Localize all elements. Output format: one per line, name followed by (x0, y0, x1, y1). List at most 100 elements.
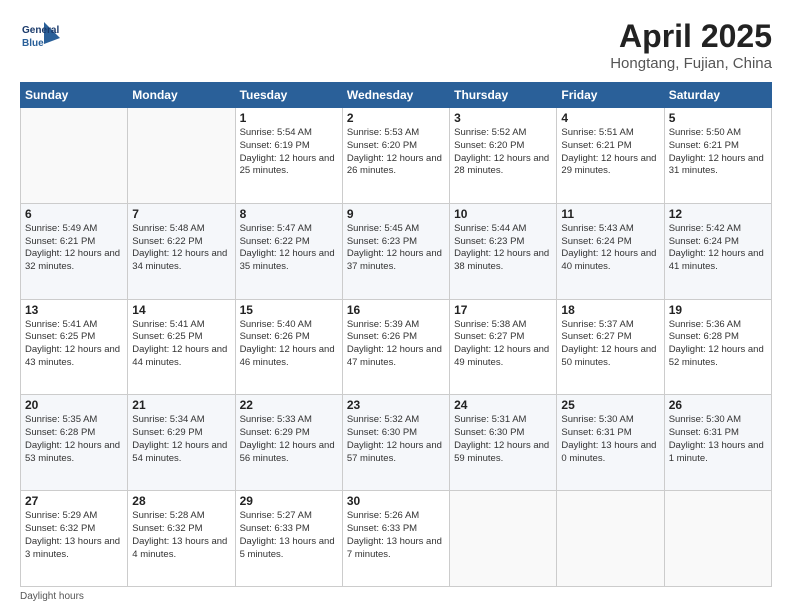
col-sunday: Sunday (21, 83, 128, 108)
day-number: 5 (669, 111, 767, 125)
day-info: Sunrise: 5:50 AM Sunset: 6:21 PM Dayligh… (669, 127, 767, 178)
calendar-week-1: 1 Sunrise: 5:54 AM Sunset: 6:19 PM Daylig… (21, 108, 772, 204)
calendar-cell: 12 Sunrise: 5:42 AM Sunset: 6:24 PM Dayli… (664, 203, 771, 299)
title-block: April 2025 Hongtang, Fujian, China (610, 18, 772, 72)
day-number: 8 (240, 207, 338, 221)
day-info: Sunrise: 5:35 AM Sunset: 6:28 PM Dayligh… (25, 414, 123, 465)
calendar-cell (128, 108, 235, 204)
calendar-cell: 9 Sunrise: 5:45 AM Sunset: 6:23 PM Daylig… (342, 203, 449, 299)
col-monday: Monday (128, 83, 235, 108)
calendar-cell: 4 Sunrise: 5:51 AM Sunset: 6:21 PM Daylig… (557, 108, 664, 204)
calendar-cell: 16 Sunrise: 5:39 AM Sunset: 6:26 PM Dayli… (342, 299, 449, 395)
day-number: 15 (240, 303, 338, 317)
day-number: 16 (347, 303, 445, 317)
day-number: 21 (132, 398, 230, 412)
day-info: Sunrise: 5:41 AM Sunset: 6:25 PM Dayligh… (132, 319, 230, 370)
calendar-cell (21, 108, 128, 204)
day-number: 18 (561, 303, 659, 317)
calendar-cell: 17 Sunrise: 5:38 AM Sunset: 6:27 PM Dayli… (450, 299, 557, 395)
day-number: 7 (132, 207, 230, 221)
day-number: 12 (669, 207, 767, 221)
day-number: 24 (454, 398, 552, 412)
calendar-cell: 19 Sunrise: 5:36 AM Sunset: 6:28 PM Dayli… (664, 299, 771, 395)
calendar-cell: 20 Sunrise: 5:35 AM Sunset: 6:28 PM Dayli… (21, 395, 128, 491)
calendar-cell (664, 491, 771, 587)
calendar-cell: 10Sunrise: 5:44 AM Sunset: 6:23 PM Dayli… (450, 203, 557, 299)
day-info: Sunrise: 5:51 AM Sunset: 6:21 PM Dayligh… (561, 127, 659, 178)
calendar-cell: 13Sunrise: 5:41 AM Sunset: 6:25 PM Dayli… (21, 299, 128, 395)
day-info: Sunrise: 5:28 AM Sunset: 6:32 PM Dayligh… (132, 510, 230, 561)
day-info: Sunrise: 5:40 AM Sunset: 6:26 PM Dayligh… (240, 319, 338, 370)
svg-text:Blue: Blue (22, 38, 44, 49)
page: General Blue April 2025 Hongtang, Fujian… (0, 0, 792, 612)
calendar-cell: 27Sunrise: 5:29 AM Sunset: 6:32 PM Dayli… (21, 491, 128, 587)
day-number: 6 (25, 207, 123, 221)
day-number: 25 (561, 398, 659, 412)
day-info: Sunrise: 5:36 AM Sunset: 6:28 PM Dayligh… (669, 319, 767, 370)
day-info: Sunrise: 5:52 AM Sunset: 6:20 PM Dayligh… (454, 127, 552, 178)
day-info: Sunrise: 5:39 AM Sunset: 6:26 PM Dayligh… (347, 319, 445, 370)
day-info: Sunrise: 5:27 AM Sunset: 6:33 PM Dayligh… (240, 510, 338, 561)
header: General Blue April 2025 Hongtang, Fujian… (20, 18, 772, 72)
day-info: Sunrise: 5:53 AM Sunset: 6:20 PM Dayligh… (347, 127, 445, 178)
day-number: 26 (669, 398, 767, 412)
calendar-week-3: 13 Sunrise: 5:41 AM Sunset: 6:25 PM Dayli… (21, 299, 772, 395)
logo: General Blue (20, 18, 62, 60)
day-info: Sunrise: 5:44 AM Sunset: 6:23 PM Dayligh… (454, 223, 552, 274)
calendar-header-row: Sunday Monday Tuesday Wednesday Thursday… (21, 83, 772, 108)
day-info: Sunrise: 5:49 AM Sunset: 6:21 PM Dayligh… (25, 223, 123, 274)
calendar-week-2: 6 Sunrise: 5:49 AM Sunset: 6:21 PM Daylig… (21, 203, 772, 299)
calendar-cell (557, 491, 664, 587)
calendar-cell: 7Sunrise: 5:48 AM Sunset: 6:22 PM Daylig… (128, 203, 235, 299)
day-info: Sunrise: 5:34 AM Sunset: 6:29 PM Dayligh… (132, 414, 230, 465)
page-subtitle: Hongtang, Fujian, China (610, 55, 772, 72)
day-number: 9 (347, 207, 445, 221)
day-info: Sunrise: 5:33 AM Sunset: 6:29 PM Dayligh… (240, 414, 338, 465)
calendar-cell: 29Sunrise: 5:27 AM Sunset: 6:33 PM Dayli… (235, 491, 342, 587)
day-number: 2 (347, 111, 445, 125)
calendar-cell: 3 Sunrise: 5:52 AM Sunset: 6:20 PM Daylig… (450, 108, 557, 204)
calendar-cell: 5 Sunrise: 5:50 AM Sunset: 6:21 PM Daylig… (664, 108, 771, 204)
day-info: Sunrise: 5:26 AM Sunset: 6:33 PM Dayligh… (347, 510, 445, 561)
calendar-cell (450, 491, 557, 587)
day-number: 4 (561, 111, 659, 125)
calendar-cell: 11 Sunrise: 5:43 AM Sunset: 6:24 PM Dayli… (557, 203, 664, 299)
day-number: 3 (454, 111, 552, 125)
day-number: 30 (347, 494, 445, 508)
day-number: 11 (561, 207, 659, 221)
day-info: Sunrise: 5:54 AM Sunset: 6:19 PM Dayligh… (240, 127, 338, 178)
calendar-cell: 18 Sunrise: 5:37 AM Sunset: 6:27 PM Dayli… (557, 299, 664, 395)
day-number: 14 (132, 303, 230, 317)
calendar-cell: 22 Sunrise: 5:33 AM Sunset: 6:29 PM Dayli… (235, 395, 342, 491)
day-info: Sunrise: 5:45 AM Sunset: 6:23 PM Dayligh… (347, 223, 445, 274)
day-info: Sunrise: 5:37 AM Sunset: 6:27 PM Dayligh… (561, 319, 659, 370)
day-number: 1 (240, 111, 338, 125)
svg-text:General: General (22, 25, 59, 36)
calendar-table: Sunday Monday Tuesday Wednesday Thursday… (20, 82, 772, 587)
day-number: 22 (240, 398, 338, 412)
calendar-cell: 28 Sunrise: 5:28 AM Sunset: 6:32 PM Dayli… (128, 491, 235, 587)
calendar-cell: 14 Sunrise: 5:41 AM Sunset: 6:25 PM Dayli… (128, 299, 235, 395)
col-thursday: Thursday (450, 83, 557, 108)
day-info: Sunrise: 5:31 AM Sunset: 6:30 PM Dayligh… (454, 414, 552, 465)
day-number: 23 (347, 398, 445, 412)
col-saturday: Saturday (664, 83, 771, 108)
calendar-week-5: 27Sunrise: 5:29 AM Sunset: 6:32 PM Dayli… (21, 491, 772, 587)
day-number: 20 (25, 398, 123, 412)
day-info: Sunrise: 5:47 AM Sunset: 6:22 PM Dayligh… (240, 223, 338, 274)
day-info: Sunrise: 5:38 AM Sunset: 6:27 PM Dayligh… (454, 319, 552, 370)
calendar-cell: 1 Sunrise: 5:54 AM Sunset: 6:19 PM Daylig… (235, 108, 342, 204)
day-number: 28 (132, 494, 230, 508)
day-info: Sunrise: 5:43 AM Sunset: 6:24 PM Dayligh… (561, 223, 659, 274)
day-number: 19 (669, 303, 767, 317)
col-tuesday: Tuesday (235, 83, 342, 108)
calendar-cell: 24 Sunrise: 5:31 AM Sunset: 6:30 PM Dayli… (450, 395, 557, 491)
day-info: Sunrise: 5:42 AM Sunset: 6:24 PM Dayligh… (669, 223, 767, 274)
calendar-cell: 21 Sunrise: 5:34 AM Sunset: 6:29 PM Dayli… (128, 395, 235, 491)
day-info: Sunrise: 5:29 AM Sunset: 6:32 PM Dayligh… (25, 510, 123, 561)
calendar-cell: 8 Sunrise: 5:47 AM Sunset: 6:22 PM Daylig… (235, 203, 342, 299)
day-number: 13 (25, 303, 123, 317)
logo-svg: General Blue (20, 18, 62, 60)
col-friday: Friday (557, 83, 664, 108)
day-number: 17 (454, 303, 552, 317)
